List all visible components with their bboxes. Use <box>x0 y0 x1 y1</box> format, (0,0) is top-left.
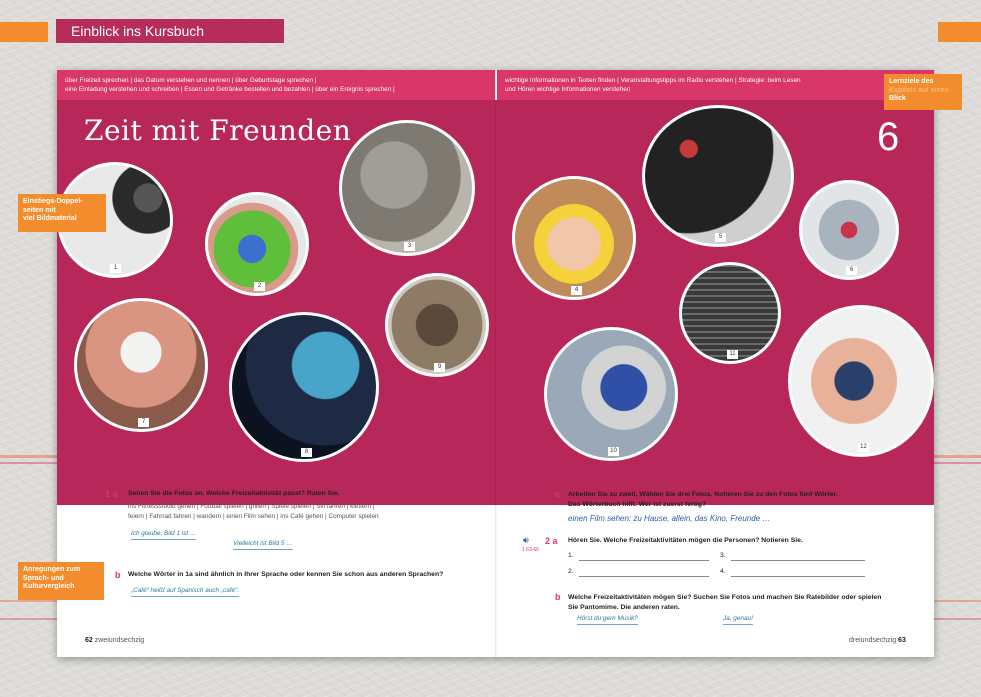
task-2a-instruction: Hören Sie. Welche Freizeitaktivitäten mö… <box>568 537 803 544</box>
speech-bubble: Vielleicht ist Bild 5 … <box>233 540 293 550</box>
answer-line[interactable] <box>579 576 709 577</box>
answer-line[interactable] <box>731 560 865 561</box>
instruction-line: Das Wörterbuch hilft. Wer ist zuerst fer… <box>568 501 707 508</box>
speech-bubble: „Café“ heißt auf Spanisch auch „café“. <box>131 587 239 597</box>
page-number: 62 <box>85 637 93 644</box>
photo-number: 11 <box>727 350 738 359</box>
task-1c-instruction: Arbeiten Sie zu zweit. Wählen Sie drei F… <box>568 490 838 510</box>
task-1b-number: b <box>115 570 121 580</box>
audio-icon[interactable]: 🔊︎ <box>523 535 529 546</box>
instruction-line: Welche Freizeitaktivitäten mögen Sie? Su… <box>568 594 882 601</box>
note-line: Kapitels auf einen <box>889 86 949 94</box>
note-line: Blick <box>889 95 906 102</box>
note-line: seiten mit <box>23 206 56 214</box>
note-line: Einstiegs-Doppel- <box>23 198 83 205</box>
answer-label: 3. <box>720 552 726 559</box>
task-2b-number: b <box>555 592 561 602</box>
photo-circle: 7 <box>74 298 208 432</box>
photo-circle: 6 <box>799 180 899 280</box>
book-spine <box>495 70 497 657</box>
answer-line[interactable] <box>579 560 709 561</box>
audio-track-label: 1.63-66 <box>522 547 539 553</box>
textbook-spread: über Freizeit sprechen | das Datum verst… <box>57 70 934 657</box>
note-line: Lernziele des <box>889 78 934 85</box>
task-1a-instruction: Sehen Sie die Fotos an. Welche Freizeita… <box>128 490 340 497</box>
answer-label: 1. <box>568 552 574 559</box>
instruction-line: Sie Pantomime. Die anderen raten. <box>568 604 680 611</box>
photo-circle: 3 <box>339 120 475 256</box>
speech-bubble: Ich glaube, Bild 1 ist … <box>131 530 197 540</box>
photo-circle: 5 <box>642 105 794 247</box>
photo-number: 10 <box>608 447 619 456</box>
photo-circle: 10 <box>544 327 678 461</box>
note-lernziele: Lernziele des Kapitels auf einen Blick <box>884 74 962 110</box>
goals-line: und Hören wichtige Informationen versteh… <box>505 86 631 93</box>
chapter-headline: Zeit mit Freunden <box>84 114 352 147</box>
note-anregungen: Anregungen zum Sprach- und Kulturverglei… <box>18 562 104 600</box>
task-1a-words: ins Fitnessstudio gehen | Fußball spiele… <box>128 502 379 522</box>
answer-label: 4. <box>720 568 726 575</box>
photo-number: 1 <box>110 264 121 273</box>
speech-bubble: Ja, genau! <box>723 615 753 625</box>
page-number-left: 62 zweiundsechzig <box>85 637 144 644</box>
page-number: 63 <box>898 637 906 644</box>
answer-line[interactable] <box>731 576 865 577</box>
photo-number: 12 <box>858 443 869 452</box>
note-line: viel Bildmaterial <box>23 215 77 222</box>
goals-line: wichtige Informationen in Texten finden … <box>505 77 801 84</box>
photo-number: 6 <box>846 266 857 275</box>
note-line: Kulturvergleich <box>23 583 75 590</box>
corner-tab-right <box>938 22 981 42</box>
task-1b-instruction: Welche Wörter in 1a sind ähnlich in Ihre… <box>128 571 444 578</box>
page-title: Einblick ins Kursbuch <box>56 19 284 43</box>
word-list-line: feiern | Fahrrad fahren | wandern | eine… <box>128 513 379 520</box>
goals-line: eine Einladung verstehen und schreiben |… <box>65 86 395 93</box>
note-line: Anregungen zum <box>23 566 81 573</box>
page-number-word: dreiundsechzig <box>849 637 897 644</box>
answer-label: 2. <box>568 568 574 575</box>
photo-circle: 2 <box>205 192 309 296</box>
task-2a-number: 2 a <box>545 536 558 546</box>
photo-circle: 4 <box>512 176 636 300</box>
photo-number: 7 <box>138 418 149 427</box>
word-list-line: ins Fitnessstudio gehen | Fußball spiele… <box>128 503 375 510</box>
photo-number: 2 <box>254 282 265 291</box>
photo-circle: 9 <box>385 273 489 377</box>
chapter-number: 6 <box>877 115 900 159</box>
task-1c-number: c <box>555 489 561 499</box>
photo-number: 5 <box>715 233 726 242</box>
goals-line: über Freizeit sprechen | das Datum verst… <box>65 77 317 84</box>
right-goals-bar: wichtige Informationen in Texten finden … <box>497 70 934 100</box>
task-1a-number: 1 a <box>105 489 118 499</box>
photo-number: 3 <box>404 242 415 251</box>
left-goals-bar: über Freizeit sprechen | das Datum verst… <box>57 70 495 100</box>
page-number-word: zweiundsechzig <box>94 637 145 644</box>
page-number-right: dreiundsechzig 63 <box>849 637 906 644</box>
photo-number: 4 <box>571 286 582 295</box>
photo-number: 9 <box>434 363 445 372</box>
note-einstieg: Einstiegs-Doppel- seiten mit viel Bildma… <box>18 194 106 232</box>
photo-circle: 11 <box>679 262 781 364</box>
handwritten-example: einen Film sehen: zu Hause, allein, das … <box>568 514 771 523</box>
corner-tab-left <box>0 22 48 42</box>
photo-circle: 8 <box>229 312 379 462</box>
speech-bubble: Hörst du gern Musik? <box>577 615 638 625</box>
task-2b-instruction: Welche Freizeitaktivitäten mögen Sie? Su… <box>568 593 881 613</box>
note-line: Sprach- und <box>23 574 64 582</box>
instruction-line: Arbeiten Sie zu zweit. Wählen Sie drei F… <box>568 491 838 498</box>
photo-circle: 12 <box>788 305 934 457</box>
photo-number: 8 <box>301 448 312 457</box>
